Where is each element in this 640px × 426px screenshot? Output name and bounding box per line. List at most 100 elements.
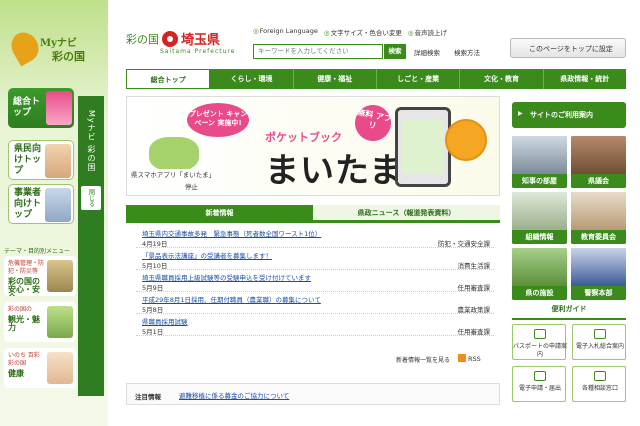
facility-photo	[512, 248, 567, 286]
tile-label: 県の施設	[512, 286, 567, 300]
smartphone-graphic	[395, 107, 451, 187]
sidebar-item-label: 県民向けトップ	[14, 143, 42, 176]
logo-right-text: 埼玉県	[181, 33, 221, 48]
news-date: 5月10日	[142, 262, 168, 270]
speech-reader-link[interactable]: 音声読上げ	[408, 27, 448, 37]
featured-info: 注目情報 避難移植に係る募金のご協力について	[126, 383, 500, 405]
guide-label: 電子入札総合案内	[575, 343, 624, 350]
tab-life-environment[interactable]: くらし・環境	[210, 69, 294, 89]
theme-menu-title: テーマ・目的別メニュー	[4, 248, 71, 255]
search-input[interactable]	[253, 44, 383, 59]
tile-label: 県議会	[571, 174, 626, 188]
theme-small-label: 彩の国の	[8, 306, 33, 313]
myNavi-logo[interactable]: Myナビ 彩の国	[6, 26, 102, 84]
e-application-button[interactable]: 電子申請・届出	[512, 366, 566, 402]
sidebar-item-label: 事業者向けトップ	[14, 187, 42, 220]
news-date: 5月8日	[142, 306, 164, 314]
theme-safety[interactable]: 危機管理・防犯・防災等彩の国の安心・安全	[4, 256, 76, 296]
news-list: 埼玉県内交通事故多発 緊急事態（死者数全国ワースト1位） 4月19日 防犯・交通…	[136, 226, 494, 336]
passport-button[interactable]: パスポートの申請案内	[512, 324, 568, 360]
assembly-tile[interactable]: 県議会	[571, 136, 626, 188]
site-logo[interactable]: 彩の国 埼玉県	[126, 29, 220, 48]
slideshow-stop-button[interactable]: 停止	[185, 181, 198, 191]
tourism-photo	[47, 306, 73, 338]
foreign-language-link[interactable]: Foreign Language	[253, 27, 318, 37]
left-sidebar: Myナビ 彩の国 総合トップ 県民向けトップ 事業者向けトップ Myナビ 彩の国…	[0, 0, 108, 426]
theme-health[interactable]: いのち 百彩 彩の国 健康	[4, 348, 76, 388]
site-guide-button[interactable]: サイトのご利用案内	[512, 102, 626, 128]
main-banner[interactable]: プレゼント キャンペーン 実施中! 無料 アプリ ポケットブック まいたま 県ス…	[126, 96, 500, 196]
family-photo	[45, 144, 71, 178]
news-title-link[interactable]: 「景品表示法講座」の受講者を募集します！	[142, 250, 272, 260]
list-item: 埼玉県内交通事故多発 緊急事態（死者数全国ワースト1位） 4月19日 防犯・交通…	[136, 226, 494, 248]
consultation-icon	[594, 371, 606, 381]
guide-label: パスポートの申請案内	[513, 343, 568, 358]
font-color-setting-link[interactable]: 文字サイズ・色合い変更	[324, 27, 402, 37]
education-board-tile[interactable]: 教育委員会	[571, 192, 626, 244]
classroom-photo	[571, 192, 626, 230]
assembly-photo	[571, 136, 626, 174]
tab-general-top[interactable]: 総合トップ	[126, 69, 211, 89]
news-category: 農業政策課	[457, 306, 491, 314]
close-sidebar-button[interactable]: 閉じる	[81, 186, 101, 210]
theme-small-label: 危機管理・防犯・防災等	[8, 260, 45, 275]
brand-top: Myナビ	[40, 38, 77, 49]
banner-caption: 県スマホアプリ「まいたま」	[131, 169, 216, 179]
news-title-link[interactable]: 埼玉県内交通事故多発 緊急事態（死者数全国ワースト1位）	[142, 228, 321, 238]
sidebar-item-resident-top[interactable]: 県民向けトップ	[8, 140, 74, 180]
e-bidding-button[interactable]: 電子入札総合案内	[572, 324, 626, 360]
police-tile[interactable]: 警察本部	[571, 248, 626, 300]
news-category: 任用審査課	[457, 328, 491, 336]
news-title-link[interactable]: 平成29年8月1日採用、任期付職員（農業職）の募集について	[142, 294, 321, 304]
logo-subtitle: Saitama Prefecture	[160, 48, 236, 55]
tile-label: 知事の部屋	[512, 174, 567, 188]
myNavi-vertical-tab[interactable]: Myナビ 彩の国	[78, 96, 104, 396]
mascot-graphic	[445, 119, 487, 161]
list-item: 県職員採用試験 5月1日 任用審査課	[136, 314, 494, 336]
governor-office-tile[interactable]: 知事の部屋	[512, 136, 567, 188]
organization-tile[interactable]: 組織情報	[512, 192, 567, 244]
news-category: 防犯・交通安全課	[438, 240, 490, 248]
tab-work-industry[interactable]: しごと・産業	[377, 69, 461, 89]
tab-new-info[interactable]: 新着情報	[126, 205, 313, 220]
guide-label: 電子申請・届出	[518, 385, 561, 392]
search-button[interactable]: 検索	[384, 44, 406, 59]
banner-title: まいたま	[265, 151, 404, 191]
computer-icon	[534, 371, 546, 381]
featured-link[interactable]: 避難移植に係る募金のご協力について	[179, 390, 289, 400]
tab-culture-education[interactable]: 文化・教育	[460, 69, 544, 89]
theme-tourism[interactable]: 彩の国の 観光・魅力	[4, 302, 76, 342]
logo-left-text: 彩の国	[126, 32, 159, 46]
tab-prefectural-info[interactable]: 県政情報・統計	[544, 69, 626, 89]
list-item: 平成29年8月1日採用、任期付職員（農業職）の募集について 5月8日 農業政策課	[136, 292, 494, 314]
tile-label: 組織情報	[512, 230, 567, 244]
tab-press-releases[interactable]: 県政ニュース（報道発表資料）	[313, 205, 500, 220]
rss-link[interactable]: RSS	[458, 354, 481, 363]
theme-big-label: 観光・魅力	[8, 315, 40, 332]
theme-big-label: 健康	[8, 369, 24, 378]
advanced-search-link[interactable]: 詳細検索	[414, 47, 440, 57]
search-method-link[interactable]: 検索方法	[454, 47, 480, 57]
header-utility-links: Foreign Language 文字サイズ・色合い変更 音声読上げ	[253, 27, 447, 37]
sidebar-item-business-top[interactable]: 事業者向けトップ	[8, 184, 74, 224]
tile-label: 教育委員会	[571, 230, 626, 244]
theme-big-label: 彩の国の安心・安全	[8, 277, 40, 297]
leaf-icon	[6, 27, 44, 67]
business-photo	[45, 188, 71, 222]
news-more-link[interactable]: 新着情報一覧を見る	[396, 355, 450, 364]
campaign-badge: プレゼント キャンペーン 実施中!	[187, 103, 249, 137]
set-as-top-button[interactable]: このページをトップに設定	[510, 38, 626, 58]
news-title-link[interactable]: 県職員採用試験	[142, 316, 188, 326]
global-nav: 総合トップ くらし・環境 健康・福祉 しごと・産業 文化・教育 県政情報・統計	[126, 69, 626, 89]
featured-label: 注目情報	[135, 393, 161, 401]
news-date: 5月9日	[142, 284, 164, 292]
brand-bottom: 彩の国	[52, 50, 85, 63]
guide-label: 各種相談窓口	[581, 385, 618, 392]
tab-health-welfare[interactable]: 健康・福祉	[294, 69, 377, 89]
facilities-tile[interactable]: 県の施設	[512, 248, 567, 300]
news-title-link[interactable]: 埼玉県職員採用上級試験等の受験申込を受け付けています	[142, 272, 311, 282]
news-tabs: 新着情報 県政ニュース（報道発表資料）	[126, 205, 500, 223]
mascot-leaf-graphic	[149, 137, 199, 171]
sidebar-item-general-top[interactable]: 総合トップ	[8, 88, 74, 128]
consultation-button[interactable]: 各種相談窓口	[572, 366, 626, 402]
